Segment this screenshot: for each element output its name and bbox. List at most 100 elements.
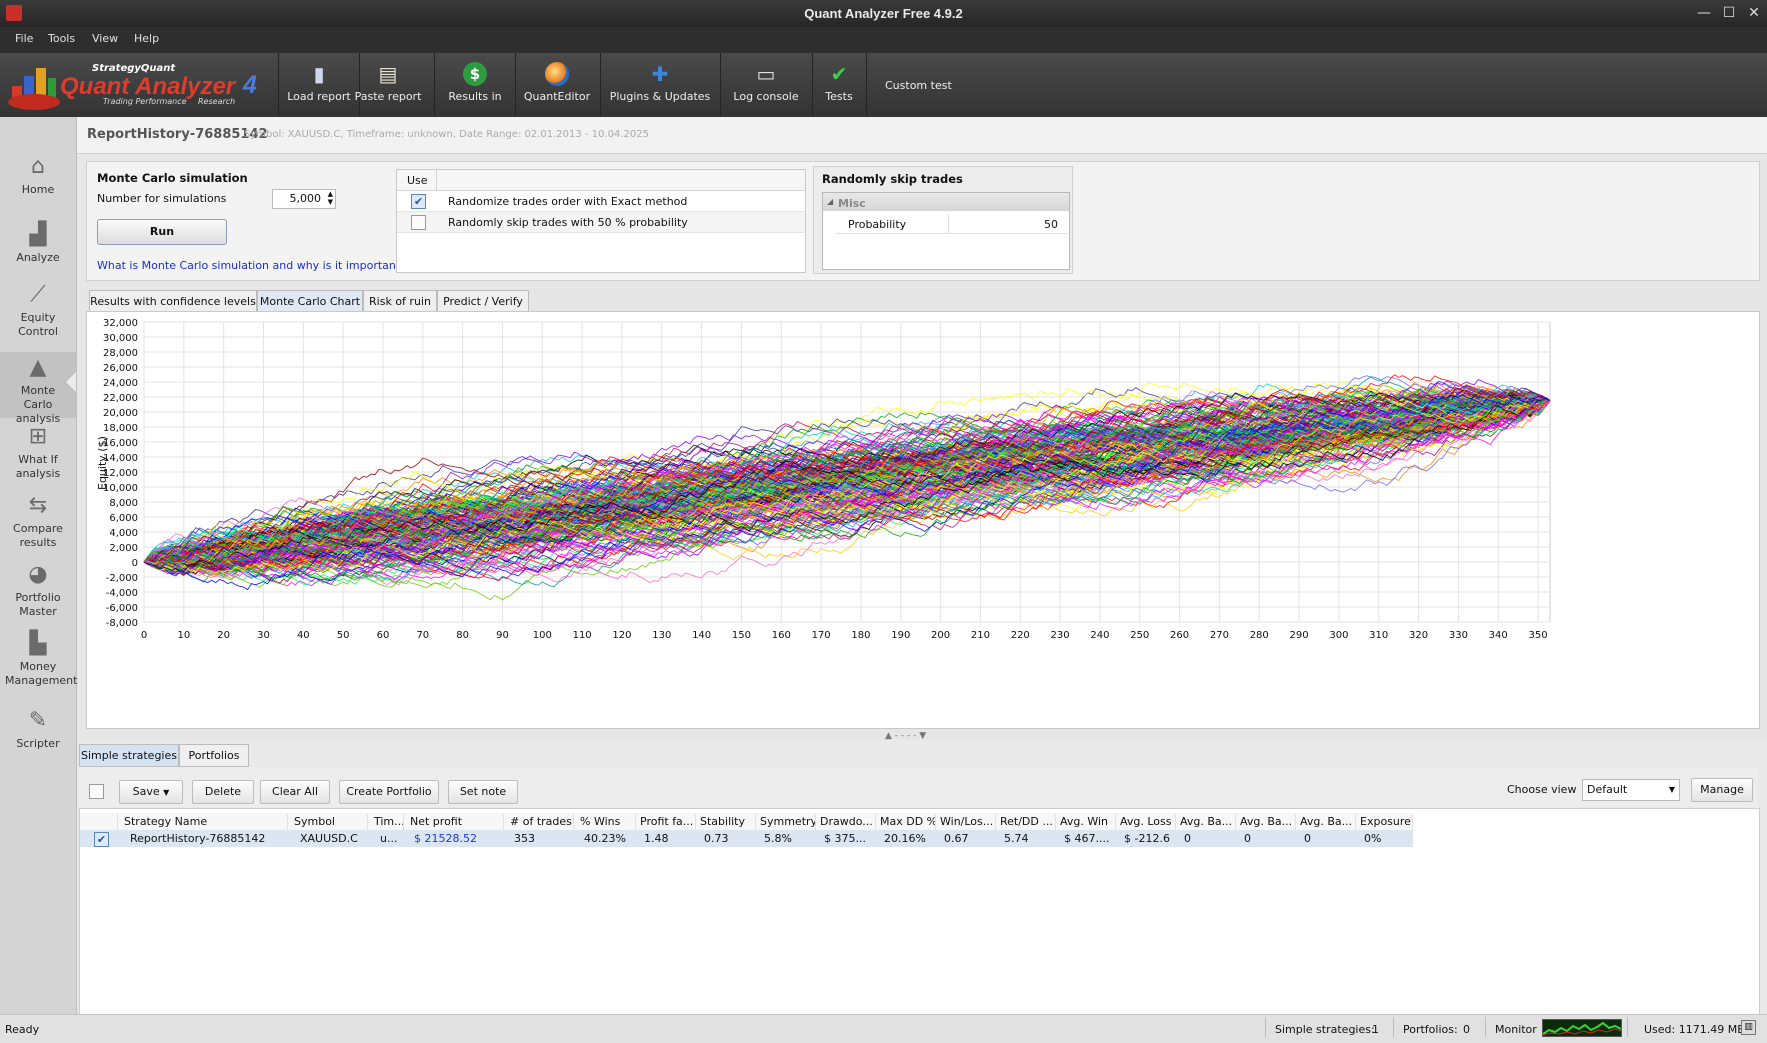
x-tick-label: 260 <box>1170 630 1189 641</box>
table-header[interactable]: Avg. Ba... <box>1296 814 1356 830</box>
paste-report-button[interactable]: ▤ Paste report <box>354 53 422 117</box>
table-header[interactable]: # of trades <box>506 814 574 830</box>
table-header[interactable]: Stability <box>696 814 756 830</box>
table-header[interactable]: Symmetry <box>756 814 816 830</box>
x-tick-label: 70 <box>416 630 429 641</box>
clear-all-button[interactable]: Clear All <box>260 780 330 804</box>
delete-button[interactable]: Delete <box>192 780 254 804</box>
table-header[interactable]: Avg. Loss <box>1116 814 1176 830</box>
status-simple-label: Simple strategies: <box>1275 1023 1375 1036</box>
sidebar-item-home[interactable]: ⌂ Home <box>0 155 76 197</box>
sidebar-item-analyze[interactable]: ▟ Analyze <box>0 223 76 265</box>
table-header[interactable]: Strategy Name <box>120 814 288 830</box>
table-header[interactable]: Avg. Ba... <box>1236 814 1296 830</box>
report-info: Symbol: XAUUSD.C, Timeframe: unknown, Da… <box>244 129 649 140</box>
trash-icon[interactable]: ▥ <box>1741 1020 1756 1035</box>
save-dropdown-button[interactable]: Save ▼ <box>119 780 183 804</box>
table-header[interactable]: Max DD % <box>876 814 936 830</box>
table-header[interactable]: Ret/DD ... <box>996 814 1056 830</box>
monte-carlo-heading: Monte Carlo simulation <box>97 171 248 185</box>
collapse-triangle-icon[interactable]: ◢ <box>827 197 833 206</box>
method-randomize-checkbox[interactable]: ✔ <box>411 194 426 209</box>
select-all-checkbox[interactable] <box>89 784 104 799</box>
y-tick-label: 30,000 <box>103 333 138 344</box>
spinner-arrows-icon[interactable]: ▲ ▼ <box>328 190 333 206</box>
menu-view[interactable]: View <box>92 32 118 45</box>
row-checkbox[interactable]: ✔ <box>94 832 109 847</box>
methods-col-divider <box>436 170 437 190</box>
tests-button[interactable]: ✔ Tests <box>812 53 867 117</box>
x-tick-label: 150 <box>732 630 751 641</box>
sidebar-item-scripter[interactable]: ✎ Scripter <box>0 709 76 751</box>
status-divider <box>1265 1017 1266 1037</box>
tab-portfolios[interactable]: Portfolios <box>179 744 249 767</box>
set-note-button[interactable]: Set note <box>448 780 518 804</box>
menu-help[interactable]: Help <box>134 32 159 45</box>
x-tick-label: 240 <box>1090 630 1109 641</box>
log-console-button[interactable]: ▭ Log console <box>720 53 813 117</box>
create-portfolio-button[interactable]: Create Portfolio <box>339 780 439 804</box>
num-simulations-spinner[interactable]: 5,000 ▲ ▼ <box>272 189 336 209</box>
table-header[interactable]: Symbol <box>290 814 368 830</box>
sidebar-item-equity-control[interactable]: ⟋ Equity Control <box>3 283 73 339</box>
table-header-select[interactable] <box>80 814 118 830</box>
status-divider <box>1393 1017 1394 1037</box>
x-tick-label: 60 <box>377 630 390 641</box>
tab-risk-of-ruin[interactable]: Risk of ruin <box>363 290 437 312</box>
menu-tools[interactable]: Tools <box>48 32 75 45</box>
x-tick-label: 280 <box>1250 630 1269 641</box>
method-skip-checkbox[interactable] <box>411 215 426 230</box>
logo-brand-version: 4 <box>243 71 257 99</box>
minimize-button[interactable]: — <box>1695 4 1713 22</box>
sidebar-item-compare[interactable]: ⇆ Compare results <box>0 494 76 550</box>
tab-results-confidence[interactable]: Results with confidence levels <box>89 290 257 312</box>
tab-simple-strategies[interactable]: Simple strategies <box>79 744 179 767</box>
table-header[interactable]: Avg. Ba... <box>1176 814 1236 830</box>
puzzle-icon: ✚ <box>651 62 669 86</box>
view-select[interactable]: Default ▼ <box>1582 779 1680 801</box>
menu-file[interactable]: File <box>15 32 33 45</box>
plugins-updates-button[interactable]: ✚ Plugins & Updates <box>600 53 721 117</box>
x-tick-label: 10 <box>177 630 190 641</box>
report-name: ReportHistory-76885142 <box>87 127 268 142</box>
monte-carlo-help-link[interactable]: What is Monte Carlo simulation and why i… <box>97 259 406 272</box>
globe-icon <box>545 62 569 86</box>
tab-predict-verify[interactable]: Predict / Verify <box>437 290 529 312</box>
window-title: Quant Analyzer Free 4.9.2 <box>804 6 963 21</box>
sidebar-item-what-if[interactable]: ⊞ What If analysis <box>0 425 76 481</box>
num-simulations-label: Number for simulations <box>97 192 227 205</box>
table-cell: 40.23% <box>584 832 626 845</box>
y-tick-label: 4,000 <box>109 528 138 539</box>
checkmark-icon: ✔ <box>830 62 848 86</box>
table-header[interactable]: Drawdo... <box>816 814 876 830</box>
table-header[interactable]: Profit fa... <box>636 814 696 830</box>
x-tick-label: 300 <box>1329 630 1348 641</box>
table-header[interactable]: Avg. Win <box>1056 814 1116 830</box>
table-header[interactable]: Win/Los... <box>936 814 996 830</box>
table-header[interactable]: % Wins <box>576 814 636 830</box>
dollar-icon: $ <box>463 62 487 86</box>
sidebar-item-monte-carlo[interactable]: ▲ Monte Carlo analysis <box>0 352 76 425</box>
quanteditor-button[interactable]: QuantEditor <box>514 53 601 117</box>
maximize-button[interactable]: ☐ <box>1720 4 1738 22</box>
tab-monte-carlo-chart[interactable]: Monte Carlo Chart <box>257 290 363 312</box>
x-tick-label: 140 <box>692 630 711 641</box>
sidebar-item-portfolio-master[interactable]: ◕ Portfolio Master <box>0 563 76 619</box>
sidebar-item-money-management[interactable]: ▙ Money Management <box>0 632 77 688</box>
table-header[interactable]: Net profit <box>406 814 504 830</box>
property-probability-value[interactable]: 50 <box>1044 218 1058 231</box>
dropdown-arrow-icon: ▼ <box>163 788 170 797</box>
close-button[interactable]: ✕ <box>1745 4 1763 22</box>
status-memory-used: Used: 1171.49 MB <box>1644 1023 1745 1036</box>
table-header[interactable]: Tim... <box>370 814 404 830</box>
custom-test-button[interactable]: Custom test <box>885 79 952 92</box>
x-tick-label: 130 <box>652 630 671 641</box>
property-probability-label: Probability <box>848 218 907 231</box>
table-cell: 0 <box>1184 832 1191 845</box>
load-report-button[interactable]: ▮ Load report <box>278 53 360 117</box>
manage-button[interactable]: Manage <box>1691 778 1753 802</box>
table-header[interactable]: Exposure <box>1356 814 1413 830</box>
table-cell: 5.74 <box>1004 832 1029 845</box>
results-in-button[interactable]: $ Results in <box>434 53 516 117</box>
run-button[interactable]: Run <box>97 219 227 245</box>
